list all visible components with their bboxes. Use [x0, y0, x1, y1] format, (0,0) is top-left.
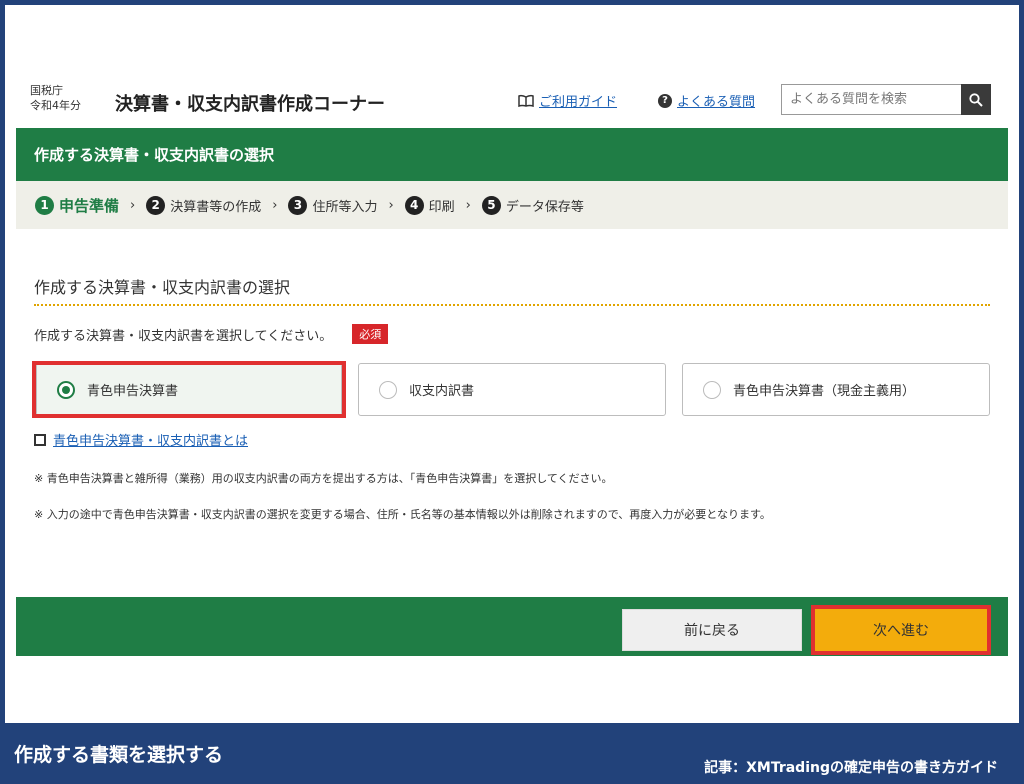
step-number: 5	[481, 195, 501, 215]
faq-link-group[interactable]: ? よくある質問	[658, 91, 755, 110]
step-label: 住所等入力	[312, 199, 378, 215]
page-title-bar: 作成する決算書・収支内訳書の選択	[16, 128, 1008, 181]
book-icon	[518, 94, 534, 107]
option-label: 青色申告決算書	[87, 384, 179, 399]
option-income-statement[interactable]: 収支内訳書	[358, 363, 666, 416]
step-label: 決算書等の作成	[170, 199, 262, 215]
step-3: 3 住所等入力	[288, 195, 378, 215]
chevron-right-icon: ›	[272, 197, 278, 213]
search-button[interactable]	[961, 84, 991, 115]
agency-name: 国税庁	[30, 84, 63, 97]
step-number: 2	[146, 195, 166, 215]
faq-link[interactable]: よくある質問	[677, 91, 755, 110]
instruction-row: 作成する決算書・収支内訳書を選択してください。 必須	[34, 324, 389, 344]
caption-title: 作成する書類を選択する	[14, 744, 224, 766]
radio-button[interactable]	[379, 380, 397, 399]
next-button-label: 次へ進む	[873, 623, 929, 639]
usage-guide-link[interactable]: ご利用ガイド	[539, 91, 617, 110]
search-icon	[969, 92, 983, 107]
back-button-label: 前に戻る	[684, 623, 740, 639]
step-1: 1 申告準備	[35, 195, 119, 216]
document-icon	[34, 433, 46, 446]
option-label: 青色申告決算書（現金主義用）	[733, 384, 916, 399]
dotted-divider	[34, 304, 990, 306]
chevron-right-icon: ›	[130, 197, 136, 213]
site-title: 決算書・収支内訳書作成コーナー	[115, 94, 385, 115]
tax-year: 令和4年分	[30, 99, 81, 112]
required-badge: 必須	[352, 324, 389, 344]
page-title: 作成する決算書・収支内訳書の選択	[34, 146, 275, 164]
step-4: 4 印刷	[404, 195, 455, 215]
faq-search	[781, 84, 991, 115]
step-label: 印刷	[428, 199, 455, 215]
radio-button[interactable]	[703, 380, 721, 399]
info-link-group[interactable]: 青色申告決算書・収支内訳書とは	[34, 430, 248, 449]
note-2: ※ 入力の途中で青色申告決算書・収支内訳書の選択を変更する場合、住所・氏名等の基…	[34, 508, 771, 521]
caption-article: 記事：XMTradingの確定申告の書き方ガイド	[704, 760, 998, 776]
option-label: 収支内訳書	[409, 384, 475, 399]
option-blue-return[interactable]: 青色申告決算書	[36, 363, 342, 416]
back-button[interactable]: 前に戻る	[622, 609, 802, 651]
step-label: 申告準備	[59, 196, 120, 215]
step-number: 4	[404, 195, 424, 215]
section-heading: 作成する決算書・収支内訳書の選択	[34, 278, 291, 297]
faq-search-input[interactable]	[781, 84, 961, 115]
step-5: 5 データ保存等	[481, 195, 584, 215]
step-number: 3	[288, 195, 308, 215]
step-label: データ保存等	[505, 199, 584, 215]
question-icon: ?	[658, 93, 672, 108]
step-number: 1	[35, 195, 54, 215]
info-link[interactable]: 青色申告決算書・収支内訳書とは	[53, 430, 248, 449]
next-button[interactable]: 次へ進む	[815, 609, 987, 651]
option-blue-return-cash-basis[interactable]: 青色申告決算書（現金主義用）	[682, 363, 990, 416]
step-2: 2 決算書等の作成	[146, 195, 262, 215]
radio-button[interactable]	[57, 380, 75, 399]
agency-label: 国税庁 令和4年分	[30, 83, 81, 113]
instruction-text: 作成する決算書・収支内訳書を選択してください。	[34, 328, 333, 344]
note-1: ※ 青色申告決算書と雑所得（業務）用の収支内訳書の両方を提出する方は、「青色申告…	[34, 472, 613, 485]
chevron-right-icon: ›	[465, 197, 471, 213]
chevron-right-icon: ›	[388, 197, 394, 213]
progress-steps: 1 申告準備 › 2 決算書等の作成 › 3 住所等入力 › 4 印刷 › 5 …	[16, 181, 1008, 229]
usage-guide-link-group[interactable]: ご利用ガイド	[518, 91, 617, 110]
